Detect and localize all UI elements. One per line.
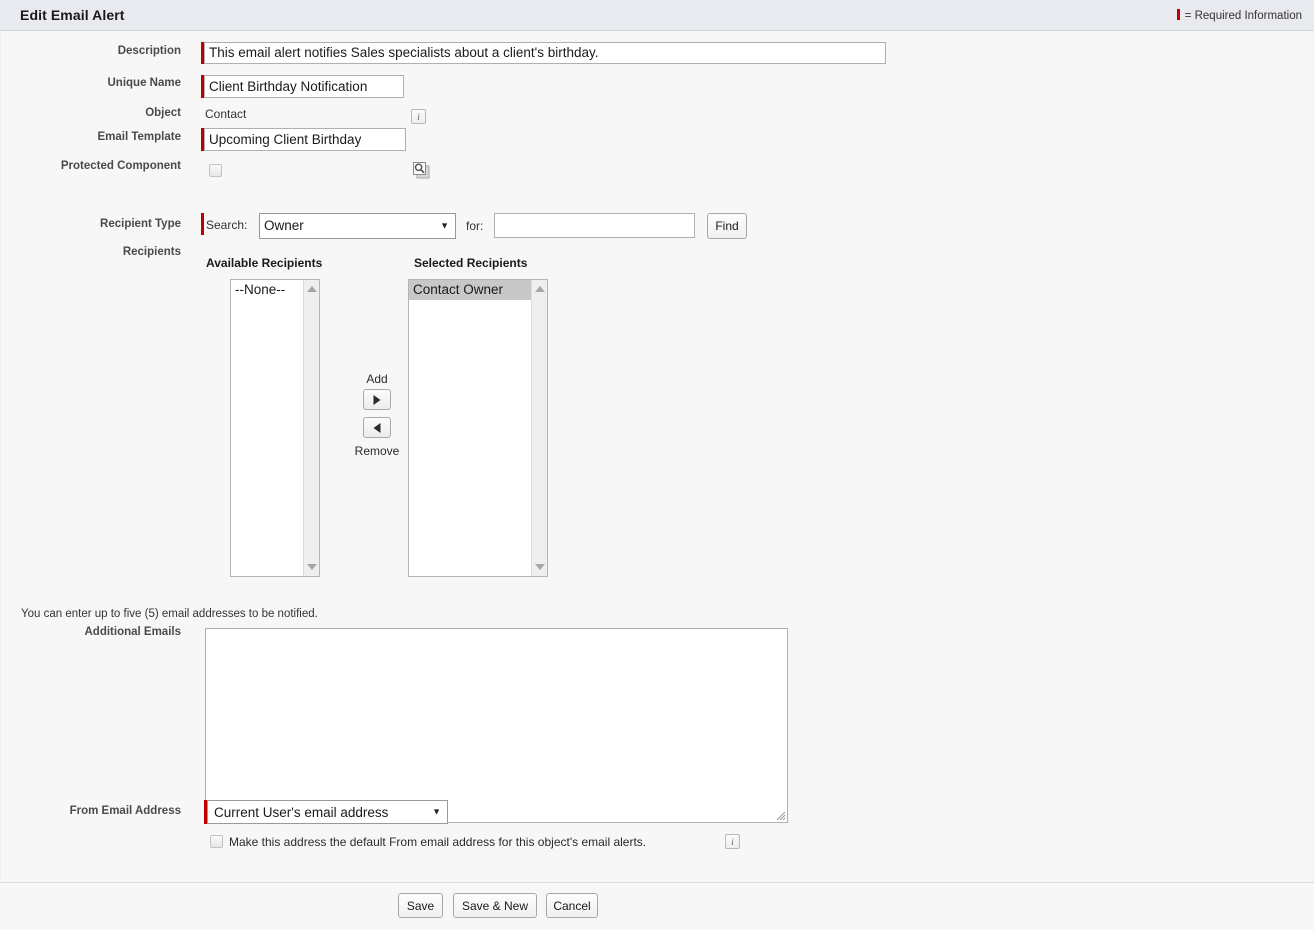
remove-label: Remove <box>343 444 411 458</box>
for-label: for: <box>466 219 483 233</box>
additional-emails-label: Additional Emails <box>1 626 181 638</box>
unique-name-input[interactable] <box>204 75 404 98</box>
from-email-address-select[interactable]: Current User's email address ▼ <box>207 800 448 824</box>
save-button[interactable]: Save <box>398 893 443 918</box>
available-recipients-scrollbar[interactable] <box>303 280 319 576</box>
from-email-address-label: From Email Address <box>1 805 181 817</box>
remove-button[interactable] <box>363 417 391 438</box>
chevron-down-icon: ▼ <box>440 222 449 231</box>
recipient-search-input[interactable] <box>494 213 695 238</box>
scroll-down-icon[interactable] <box>535 564 545 570</box>
recipient-type-label: Recipient Type <box>1 218 181 230</box>
edit-email-alert-form: Description Unique Name i Object Contact… <box>0 31 1314 882</box>
object-value: Contact <box>205 107 246 121</box>
available-recipients-header: Available Recipients <box>206 256 322 270</box>
info-icon[interactable]: i <box>725 834 740 849</box>
recipient-type-required-marker <box>201 213 204 235</box>
page-header: Edit Email Alert = Required Information <box>0 0 1314 31</box>
page-title: Edit Email Alert <box>20 7 125 23</box>
description-label: Description <box>1 45 181 57</box>
default-from-address-checkbox[interactable] <box>210 835 223 848</box>
search-label: Search: <box>206 218 247 232</box>
list-item[interactable]: Contact Owner <box>409 280 547 300</box>
arrow-right-icon <box>374 395 381 405</box>
email-template-label: Email Template <box>1 131 181 143</box>
unique-name-label: Unique Name <box>1 77 181 89</box>
required-marker-icon <box>1177 9 1180 20</box>
find-button[interactable]: Find <box>707 213 747 239</box>
description-input[interactable] <box>204 42 886 64</box>
selected-recipients-header: Selected Recipients <box>414 256 527 270</box>
info-icon[interactable]: i <box>411 109 426 124</box>
protected-component-checkbox[interactable] <box>209 164 222 177</box>
default-from-address-label: Make this address the default From email… <box>229 835 646 849</box>
cancel-button[interactable]: Cancel <box>546 893 598 918</box>
add-button[interactable] <box>363 389 391 410</box>
chevron-down-icon: ▼ <box>432 808 441 817</box>
lookup-magnifier-icon[interactable] <box>412 161 430 179</box>
selected-recipients-listbox[interactable]: Contact Owner <box>408 279 548 577</box>
add-label: Add <box>343 372 411 386</box>
from-email-address-value: Current User's email address <box>214 805 388 820</box>
object-label: Object <box>1 107 181 119</box>
required-information-legend: = Required Information <box>1177 9 1302 22</box>
form-footer: Save Save & New Cancel <box>0 882 1314 930</box>
protected-component-label: Protected Component <box>1 160 181 172</box>
scroll-up-icon[interactable] <box>535 286 545 292</box>
additional-emails-textarea[interactable] <box>205 628 788 823</box>
scroll-up-icon[interactable] <box>307 286 317 292</box>
selected-recipients-scrollbar[interactable] <box>531 280 547 576</box>
recipient-type-select[interactable]: Owner ▼ <box>259 213 456 239</box>
required-legend-text: = Required Information <box>1185 10 1302 22</box>
recipient-type-selected-value: Owner <box>264 218 304 233</box>
additional-emails-note: You can enter up to five (5) email addre… <box>21 608 318 620</box>
save-and-new-button[interactable]: Save & New <box>453 893 537 918</box>
available-recipients-listbox[interactable]: --None-- <box>230 279 320 577</box>
recipients-label: Recipients <box>1 246 181 258</box>
scroll-down-icon[interactable] <box>307 564 317 570</box>
email-template-input[interactable] <box>204 128 406 151</box>
arrow-left-icon <box>374 423 381 433</box>
